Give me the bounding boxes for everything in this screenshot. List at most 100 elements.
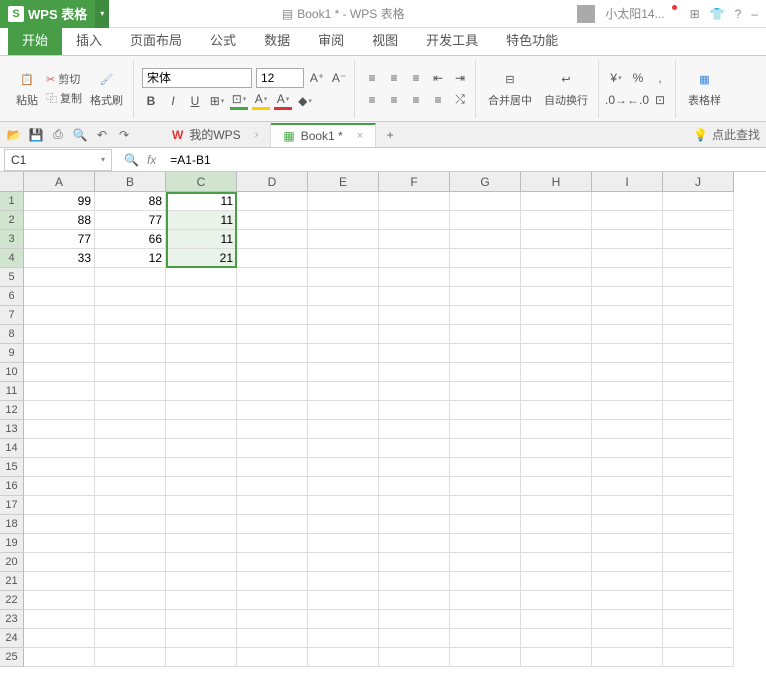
cell-J2[interactable]: [663, 211, 734, 230]
name-box[interactable]: C1 ▾: [4, 149, 112, 171]
row-header-25[interactable]: 25: [0, 648, 24, 667]
menu-tab-0[interactable]: 开始: [8, 24, 62, 55]
cell-D3[interactable]: [237, 230, 308, 249]
cell-E13[interactable]: [308, 420, 379, 439]
number-format-button[interactable]: ⊡: [651, 91, 669, 109]
cell-C20[interactable]: [166, 553, 237, 572]
cell-A24[interactable]: [24, 629, 95, 648]
row-header-9[interactable]: 9: [0, 344, 24, 363]
cell-J5[interactable]: [663, 268, 734, 287]
cell-D12[interactable]: [237, 401, 308, 420]
fx-icon[interactable]: fx: [147, 153, 156, 167]
cell-J1[interactable]: [663, 192, 734, 211]
cell-J20[interactable]: [663, 553, 734, 572]
increase-font-button[interactable]: A⁺: [308, 69, 326, 87]
cell-C22[interactable]: [166, 591, 237, 610]
cell-C5[interactable]: [166, 268, 237, 287]
cell-A8[interactable]: [24, 325, 95, 344]
cell-A14[interactable]: [24, 439, 95, 458]
cell-D9[interactable]: [237, 344, 308, 363]
wrap-text-button[interactable]: ↩ 自动换行: [540, 70, 592, 108]
cell-F22[interactable]: [379, 591, 450, 610]
cell-E9[interactable]: [308, 344, 379, 363]
cell-H3[interactable]: [521, 230, 592, 249]
cell-J18[interactable]: [663, 515, 734, 534]
cell-C1[interactable]: 11: [166, 192, 237, 211]
cell-F11[interactable]: [379, 382, 450, 401]
cell-E5[interactable]: [308, 268, 379, 287]
cell-F25[interactable]: [379, 648, 450, 667]
cell-G4[interactable]: [450, 249, 521, 268]
cell-E11[interactable]: [308, 382, 379, 401]
row-header-4[interactable]: 4: [0, 249, 24, 268]
cell-F21[interactable]: [379, 572, 450, 591]
cell-B2[interactable]: 77: [95, 211, 166, 230]
cell-J13[interactable]: [663, 420, 734, 439]
cell-F14[interactable]: [379, 439, 450, 458]
row-header-21[interactable]: 21: [0, 572, 24, 591]
align-center-button[interactable]: ≡: [385, 91, 403, 109]
cell-G23[interactable]: [450, 610, 521, 629]
cell-I13[interactable]: [592, 420, 663, 439]
menu-tab-7[interactable]: 开发工具: [412, 24, 492, 55]
cell-C6[interactable]: [166, 287, 237, 306]
cell-J12[interactable]: [663, 401, 734, 420]
cell-C8[interactable]: [166, 325, 237, 344]
cell-C17[interactable]: [166, 496, 237, 515]
row-header-6[interactable]: 6: [0, 287, 24, 306]
cell-J21[interactable]: [663, 572, 734, 591]
cell-G12[interactable]: [450, 401, 521, 420]
undo-icon[interactable]: ↶: [94, 127, 110, 143]
row-header-20[interactable]: 20: [0, 553, 24, 572]
cell-F1[interactable]: [379, 192, 450, 211]
cell-B6[interactable]: [95, 287, 166, 306]
cell-A3[interactable]: 77: [24, 230, 95, 249]
cell-G21[interactable]: [450, 572, 521, 591]
menu-tab-1[interactable]: 插入: [62, 24, 116, 55]
col-header-J[interactable]: J: [663, 172, 734, 192]
open-icon[interactable]: 📂: [6, 127, 22, 143]
font-family-select[interactable]: [142, 68, 252, 88]
cell-D5[interactable]: [237, 268, 308, 287]
cell-D15[interactable]: [237, 458, 308, 477]
cell-J10[interactable]: [663, 363, 734, 382]
cell-A21[interactable]: [24, 572, 95, 591]
col-header-A[interactable]: A: [24, 172, 95, 192]
cell-I10[interactable]: [592, 363, 663, 382]
gift-icon[interactable]: ⊞: [690, 7, 700, 21]
cell-I11[interactable]: [592, 382, 663, 401]
cell-B8[interactable]: [95, 325, 166, 344]
cell-H23[interactable]: [521, 610, 592, 629]
user-avatar-icon[interactable]: [577, 5, 595, 23]
formula-input[interactable]: [164, 149, 766, 171]
cell-B22[interactable]: [95, 591, 166, 610]
cell-F10[interactable]: [379, 363, 450, 382]
cell-D7[interactable]: [237, 306, 308, 325]
cell-C14[interactable]: [166, 439, 237, 458]
cell-B20[interactable]: [95, 553, 166, 572]
cell-H13[interactable]: [521, 420, 592, 439]
cell-F19[interactable]: [379, 534, 450, 553]
cell-F5[interactable]: [379, 268, 450, 287]
cell-G15[interactable]: [450, 458, 521, 477]
cell-H2[interactable]: [521, 211, 592, 230]
cell-B11[interactable]: [95, 382, 166, 401]
row-header-10[interactable]: 10: [0, 363, 24, 382]
cell-B16[interactable]: [95, 477, 166, 496]
cell-A19[interactable]: [24, 534, 95, 553]
percent-button[interactable]: %: [629, 69, 647, 87]
cell-I5[interactable]: [592, 268, 663, 287]
cell-C25[interactable]: [166, 648, 237, 667]
shirt-icon[interactable]: 👕: [710, 7, 725, 21]
cell-J14[interactable]: [663, 439, 734, 458]
cell-G19[interactable]: [450, 534, 521, 553]
menu-tab-8[interactable]: 特色功能: [492, 24, 572, 55]
cell-D16[interactable]: [237, 477, 308, 496]
comma-button[interactable]: ,: [651, 69, 669, 87]
row-header-23[interactable]: 23: [0, 610, 24, 629]
cell-A17[interactable]: [24, 496, 95, 515]
format-painter-button[interactable]: 🖌 格式刷: [86, 70, 127, 108]
cell-D17[interactable]: [237, 496, 308, 515]
cell-B12[interactable]: [95, 401, 166, 420]
cell-E21[interactable]: [308, 572, 379, 591]
